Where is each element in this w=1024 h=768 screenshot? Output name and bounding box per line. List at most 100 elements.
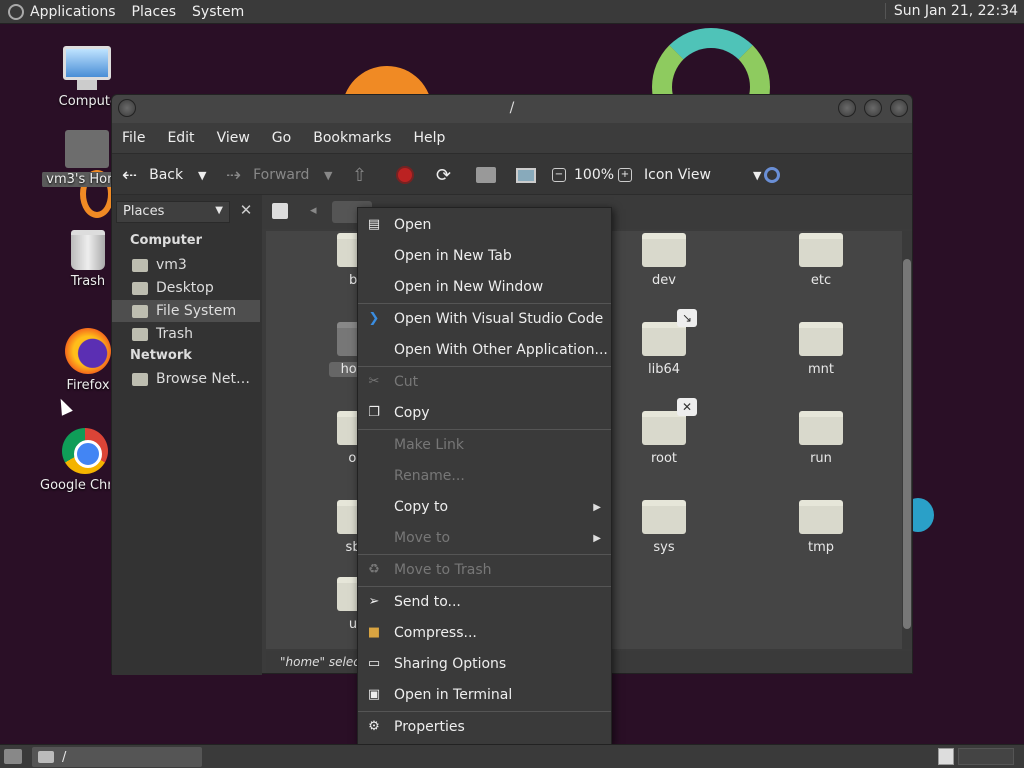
ctx-move-to[interactable]: Move to ▶	[358, 523, 611, 553]
close-sidebar-button[interactable]: ✕	[236, 201, 256, 223]
bottom-panel: /	[0, 744, 1024, 768]
sidebar: Places ▼ ✕ Computer vm3 Desktop File Sys…	[112, 195, 262, 675]
applications-menu[interactable]: Applications	[30, 4, 116, 20]
sidebar-item-desktop[interactable]: Desktop	[132, 277, 260, 299]
up-button[interactable]: ⇧	[352, 154, 373, 196]
search-button[interactable]	[764, 154, 780, 196]
sidebar-item-trash[interactable]: Trash	[132, 323, 260, 345]
ctx-cut[interactable]: ✂ Cut	[358, 367, 611, 397]
desktop-chrome-label: Google Chrome	[40, 478, 110, 493]
maximize-button[interactable]	[864, 99, 882, 117]
scissors-icon: ✂	[368, 374, 380, 389]
folder-icon	[642, 233, 686, 267]
taskbar-window-button[interactable]: /	[32, 747, 202, 767]
scrollbar-thumb[interactable]	[903, 259, 911, 629]
menu-file[interactable]: File	[122, 130, 145, 146]
sidebar-item-browse-network[interactable]: Browse Net…	[132, 368, 260, 390]
chevron-down-icon: ▼	[215, 205, 223, 216]
home-button[interactable]	[476, 154, 496, 196]
folder-lib64[interactable]: lib64	[634, 322, 694, 377]
ctx-open-with-vscode[interactable]: ❯ Open With Visual Studio Code	[358, 304, 611, 334]
folder-icon	[642, 322, 686, 356]
back-button[interactable]: ⇠ Back	[122, 154, 183, 196]
folder-mnt[interactable]: mnt	[791, 322, 851, 377]
sidebar-item-file-system[interactable]: File System	[112, 300, 260, 322]
menu-bookmarks[interactable]: Bookmarks	[313, 130, 391, 146]
folder-dev[interactable]: dev	[634, 233, 694, 288]
folder-etc[interactable]: etc	[791, 233, 851, 288]
forward-history-dropdown[interactable]: ▼	[324, 154, 332, 196]
stop-button[interactable]	[396, 154, 414, 196]
zoom-out-icon: −	[552, 168, 566, 182]
ctx-label: Open in Terminal	[394, 687, 513, 703]
ctx-move-to-trash[interactable]: ♻ Move to Trash	[358, 555, 611, 585]
chevron-down-icon: ▼	[198, 168, 207, 182]
menu-view[interactable]: View	[217, 130, 250, 146]
places-menu[interactable]: Places	[132, 4, 177, 20]
places-selector[interactable]: Places ▼	[116, 201, 230, 223]
forward-arrow-icon: ⇢	[226, 164, 242, 186]
folder-icon	[642, 411, 686, 445]
workspace-switcher[interactable]	[938, 748, 954, 765]
ctx-open-new-window[interactable]: Open in New Window	[358, 272, 611, 302]
view-selector[interactable]: Icon View ▼	[644, 154, 761, 196]
drive-icon	[132, 304, 148, 318]
home-icon	[476, 167, 496, 183]
system-menu[interactable]: System	[192, 4, 244, 20]
workspace-switcher-alt[interactable]	[958, 748, 1014, 765]
ctx-sharing-options[interactable]: ▭ Sharing Options	[358, 649, 611, 679]
folder-label: mnt	[808, 362, 834, 377]
folder-label: lib64	[647, 362, 681, 377]
vertical-scrollbar[interactable]	[902, 231, 912, 649]
chrome-icon	[62, 428, 108, 474]
ctx-label: Copy	[394, 405, 430, 421]
minimize-button[interactable]	[838, 99, 856, 117]
ctx-label: Move to	[394, 530, 451, 546]
send-icon: ➢	[368, 594, 380, 609]
menu-edit[interactable]: Edit	[167, 130, 194, 146]
close-icon: ✕	[239, 201, 253, 219]
folder-root[interactable]: root	[634, 411, 694, 466]
ctx-open[interactable]: ▤ Open	[358, 210, 611, 240]
zoom-in-button[interactable]: +	[618, 154, 632, 196]
ctx-compress[interactable]: ■ Compress...	[358, 618, 611, 648]
show-desktop-icon[interactable]	[4, 749, 22, 764]
unreadable-emblem-icon: ✕	[677, 398, 697, 416]
folder-icon	[799, 233, 843, 267]
sidebar-item-label: File System	[156, 303, 237, 319]
ctx-copy-to[interactable]: Copy to ▶	[358, 492, 611, 522]
vscode-icon: ❯	[368, 311, 380, 326]
ctx-copy[interactable]: ❐ Copy	[358, 398, 611, 428]
zoom-level[interactable]: 100%	[574, 154, 614, 196]
ctx-send-to[interactable]: ➢ Send to...	[358, 587, 611, 617]
computer-button[interactable]	[516, 154, 536, 196]
menu-go[interactable]: Go	[272, 130, 291, 146]
folder-run[interactable]: run	[791, 411, 851, 466]
gnome-foot-icon[interactable]	[8, 3, 24, 20]
back-history-dropdown[interactable]: ▼	[198, 154, 206, 196]
forward-button[interactable]: ⇢ Forward	[226, 154, 309, 196]
reload-button[interactable]: ⟳	[436, 154, 457, 196]
sidebar-item-vm3[interactable]: vm3	[132, 254, 260, 276]
ctx-open-with-other[interactable]: Open With Other Application...	[358, 335, 611, 365]
folder-sys[interactable]: sys	[634, 500, 694, 555]
menu-help[interactable]: Help	[413, 130, 445, 146]
ctx-rename[interactable]: Rename...	[358, 461, 611, 491]
clock[interactable]: Sun Jan 21, 22:34	[884, 3, 1018, 19]
trash-icon	[71, 230, 105, 270]
ctx-open-in-terminal[interactable]: ▣ Open in Terminal	[358, 680, 611, 710]
ctx-properties[interactable]: ⚙ Properties	[358, 712, 611, 742]
sidebar-item-label: vm3	[156, 257, 187, 273]
ctx-open-new-tab[interactable]: Open in New Tab	[358, 241, 611, 271]
close-button[interactable]	[890, 99, 908, 117]
folder-icon	[799, 411, 843, 445]
path-left-arrow[interactable]: ◂	[310, 203, 317, 218]
folder-tmp[interactable]: tmp	[791, 500, 851, 555]
reload-icon: ⟳	[436, 164, 452, 186]
window-titlebar[interactable]: /	[112, 95, 912, 123]
edit-location-icon[interactable]	[272, 203, 288, 219]
ctx-make-link[interactable]: Make Link	[358, 430, 611, 460]
zoom-out-button[interactable]: −	[552, 154, 566, 196]
menubar: File Edit View Go Bookmarks Help	[112, 123, 912, 153]
ctx-label: Open in New Window	[394, 279, 544, 295]
